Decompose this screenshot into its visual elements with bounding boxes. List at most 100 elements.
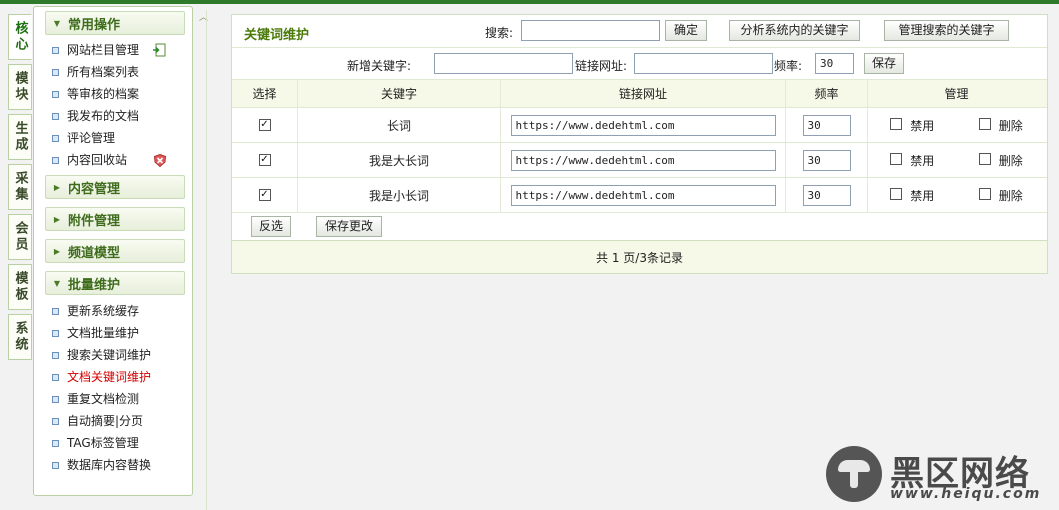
table-row: ✓ 我是大长词 禁用 删除 [232, 143, 1047, 178]
chevron-right-icon: ▶ [53, 214, 61, 224]
keyword-cell: 我是大长词 [298, 143, 501, 177]
tab-system[interactable]: 系统 [8, 314, 32, 360]
chevron-right-icon: ▶ [53, 182, 61, 192]
sidebar-item-update-cache[interactable]: 更新系统缓存 [52, 300, 192, 322]
group-batch-maintain[interactable]: ▼ 批量维护 [45, 271, 185, 295]
keyword-panel: 关键词维护 搜索: 确定 分析系统内的关键字 管理搜索的关键字 新增关键字: 链… [231, 14, 1048, 274]
bullet-icon [52, 307, 59, 315]
group-title: 频道模型 [68, 245, 121, 261]
disable-option[interactable]: 禁用 [890, 187, 934, 204]
save-changes-button[interactable]: 保存更改 [316, 216, 382, 237]
tab-collect[interactable]: 采集 [8, 164, 32, 210]
header-select: 选择 [232, 80, 298, 107]
mushroom-logo-icon [826, 446, 882, 502]
save-button[interactable]: 保存 [864, 53, 904, 74]
header-frequency: 频率 [786, 80, 868, 107]
common-ops-list: 网站栏目管理 所有档案列表 等审核的档案 我发布的文档 评论管理 内容回收站 [34, 39, 192, 171]
chevron-down-icon: ▼ [53, 278, 61, 288]
tab-member[interactable]: 会员 [8, 214, 32, 260]
sidebar-item-duplicate-check[interactable]: 重复文档检测 [52, 388, 192, 410]
sidebar-item-tag-manage[interactable]: TAG标签管理 [52, 432, 192, 454]
select-checkbox[interactable]: ✓ [258, 154, 271, 166]
table-row: ✓ 长词 禁用 删除 [232, 108, 1047, 143]
delete-option[interactable]: 删除 [978, 187, 1023, 204]
link-url-field[interactable] [510, 184, 776, 206]
pagination-footer: 共 1 页/3条记录 [232, 241, 1047, 273]
sidebar-item-batch-docs[interactable]: 文档批量维护 [52, 322, 192, 344]
sidebar-item-auto-summary[interactable]: 自动摘要|分页 [52, 410, 192, 432]
table-row: ✓ 我是小长词 禁用 删除 [232, 178, 1047, 213]
splitter-line [206, 10, 207, 510]
link-url-field[interactable] [510, 114, 776, 136]
group-title: 内容管理 [68, 181, 121, 197]
tab-module[interactable]: 模块 [8, 64, 32, 110]
title-bar: 关键词维护 搜索: 确定 分析系统内的关键字 管理搜索的关键字 [232, 15, 1047, 48]
bullet-icon [52, 373, 59, 381]
group-common-ops[interactable]: ▼ 常用操作 [45, 11, 185, 35]
delete-checkbox[interactable] [978, 152, 991, 165]
select-checkbox[interactable]: ✓ [258, 189, 271, 201]
frequency-field[interactable] [802, 149, 851, 171]
invert-selection-button[interactable]: 反选 [251, 216, 291, 237]
frequency-field[interactable] [802, 114, 851, 136]
manage-search-keywords-button[interactable]: 管理搜索的关键字 [884, 20, 1009, 41]
panel-splitter[interactable]: ︿ [196, 6, 210, 510]
vertical-tabs: 核心 模块 生成 采集 会员 模板 系统 [8, 14, 34, 364]
top-border [0, 0, 1059, 4]
new-keyword-input[interactable] [434, 53, 573, 74]
tab-template[interactable]: 模板 [8, 264, 32, 310]
bullet-icon [52, 439, 59, 447]
bullet-icon [52, 417, 59, 425]
search-label: 搜索: [485, 26, 514, 40]
bullet-icon [52, 351, 59, 359]
add-keyword-row: 新增关键字: 链接网址: 频率: 保存 [232, 48, 1047, 80]
disable-checkbox[interactable] [890, 152, 903, 165]
sidebar-item-my-docs[interactable]: 我发布的文档 [52, 105, 192, 127]
group-attachment-manage[interactable]: ▶ 附件管理 [45, 207, 185, 231]
link-url-input[interactable] [634, 53, 773, 74]
delete-option[interactable]: 删除 [978, 117, 1023, 134]
bullet-icon [52, 156, 59, 164]
bullet-icon [52, 395, 59, 403]
batch-maintain-list: 更新系统缓存 文档批量维护 搜索关键词维护 文档关键词维护 重复文档检测 自动摘… [34, 300, 192, 476]
tab-generate[interactable]: 生成 [8, 114, 32, 160]
sidebar-item-search-keywords[interactable]: 搜索关键词维护 [52, 344, 192, 366]
search-input[interactable] [521, 20, 660, 41]
sidebar-item-column-manage[interactable]: 网站栏目管理 [52, 39, 192, 61]
confirm-button[interactable]: 确定 [665, 20, 707, 41]
header-manage: 管理 [944, 87, 969, 101]
header-link: 链接网址 [501, 80, 786, 107]
disable-checkbox[interactable] [890, 117, 903, 130]
clear-shield-icon[interactable] [154, 154, 166, 167]
sidebar-item-pending-archives[interactable]: 等审核的档案 [52, 83, 192, 105]
keyword-cell: 长词 [298, 108, 501, 142]
link-url-field[interactable] [510, 149, 776, 171]
sidebar-item-recycle-bin[interactable]: 内容回收站 [52, 149, 192, 171]
sidebar-item-comments[interactable]: 评论管理 [52, 127, 192, 149]
group-channel-model[interactable]: ▶ 频道模型 [45, 239, 185, 263]
action-row: 反选 保存更改 [232, 213, 1047, 241]
disable-option[interactable]: 禁用 [890, 117, 934, 134]
group-content-manage[interactable]: ▶ 内容管理 [45, 175, 185, 199]
disable-checkbox[interactable] [890, 187, 903, 200]
add-page-icon[interactable] [152, 43, 166, 57]
sidebar-item-db-replace[interactable]: 数据库内容替换 [52, 454, 192, 476]
sidebar-item-all-archives[interactable]: 所有档案列表 [52, 61, 192, 83]
new-keyword-label: 新增关键字: [347, 59, 412, 73]
analyze-keywords-button[interactable]: 分析系统内的关键字 [729, 20, 860, 41]
select-checkbox[interactable]: ✓ [258, 119, 271, 131]
bullet-icon [52, 134, 59, 142]
delete-checkbox[interactable] [978, 117, 991, 130]
header-keyword: 关键字 [298, 80, 501, 107]
bullet-icon [52, 68, 59, 76]
frequency-input[interactable] [815, 53, 854, 74]
delete-checkbox[interactable] [978, 187, 991, 200]
tab-core[interactable]: 核心 [8, 14, 32, 60]
frequency-label: 频率: [774, 59, 803, 73]
disable-option[interactable]: 禁用 [890, 152, 934, 169]
delete-option[interactable]: 删除 [978, 152, 1023, 169]
frequency-field[interactable] [802, 184, 851, 206]
bullet-icon [52, 46, 59, 54]
group-title: 常用操作 [68, 17, 121, 33]
sidebar-item-doc-keywords[interactable]: 文档关键词维护 [52, 366, 192, 388]
